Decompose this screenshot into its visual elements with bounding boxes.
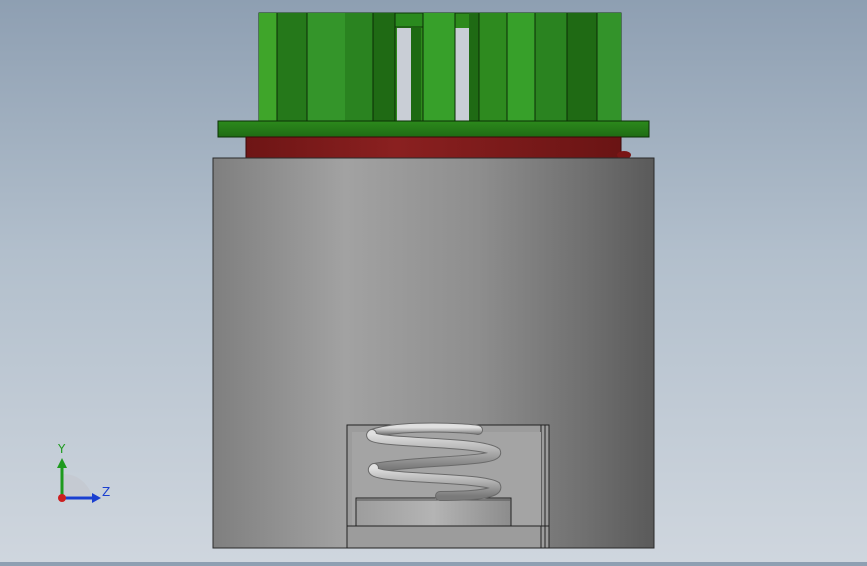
y-axis-arrowhead: [57, 458, 67, 468]
fan-plate: [217, 120, 650, 138]
cad-graphics-viewport[interactable]: Y Z: [0, 0, 867, 562]
y-axis-label: Y: [58, 442, 66, 456]
piston-block: [355, 497, 512, 527]
red-base-disc: [245, 136, 631, 160]
coordinate-triad: Y Z: [40, 440, 120, 510]
z-axis-label: Z: [102, 485, 111, 499]
fan-blades: [258, 12, 622, 124]
triad-arrows-svg: [57, 458, 101, 503]
x-axis-origin-dot: [58, 494, 66, 502]
z-axis-arrowhead: [92, 493, 101, 503]
cad-model-svg: [212, 12, 655, 549]
